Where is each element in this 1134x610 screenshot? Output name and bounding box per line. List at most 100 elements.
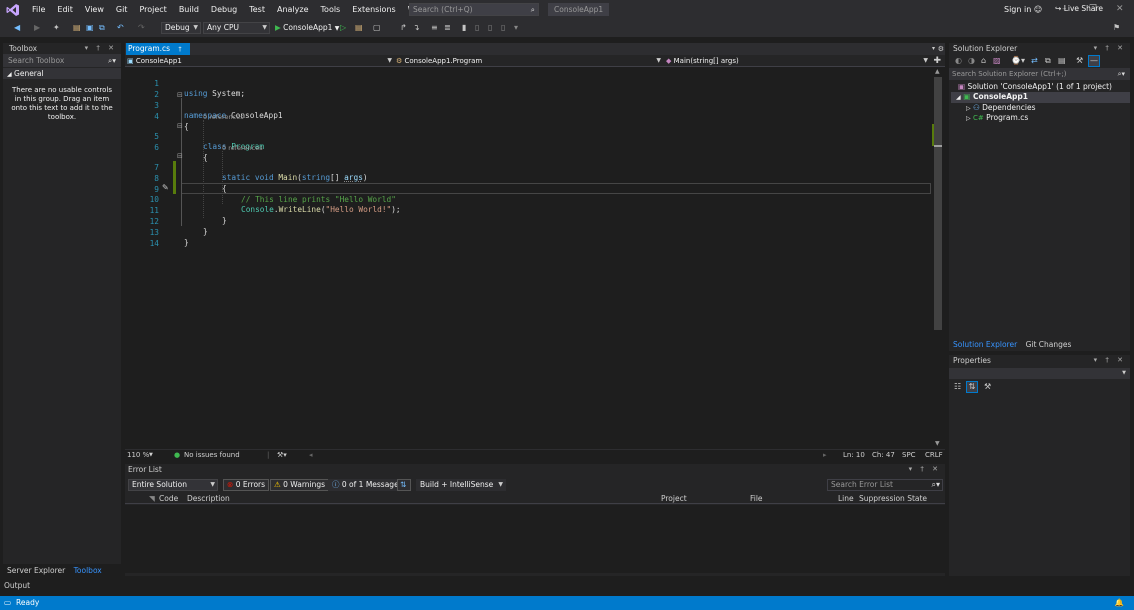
property-pages-icon[interactable]: ⚒ <box>984 379 991 395</box>
pending-changes-icon[interactable]: ⌚▾ <box>1011 54 1025 68</box>
preview-selected-icon[interactable]: — <box>1088 55 1100 67</box>
scope-select[interactable]: Entire Solution ▼ <box>128 479 218 491</box>
open-file-icon[interactable]: ▤ <box>73 22 81 34</box>
back-icon[interactable]: ◀ <box>14 22 20 34</box>
tab-git-changes[interactable]: Git Changes <box>1026 340 1072 349</box>
editor-scrollbar[interactable]: ▲ ▼ <box>931 67 945 449</box>
prev-bookmark-icon[interactable]: ▯ <box>475 22 479 34</box>
menu-build[interactable]: Build <box>173 0 205 19</box>
forward-icon[interactable]: ▶ <box>34 22 40 34</box>
switch-views-icon[interactable]: ▨ <box>993 54 1001 68</box>
properties-wrench-icon[interactable]: ⚒ <box>1076 54 1083 68</box>
errors-filter-button[interactable]: ⊗ 0 Errors <box>223 479 270 491</box>
tab-program-cs[interactable]: Program.cs † ✕ <box>126 43 190 66</box>
scroll-up-icon[interactable]: ▲ <box>935 68 940 75</box>
issues-status[interactable]: No issues found <box>184 450 240 461</box>
panel-pin-close-icon[interactable]: ▾ † ✕ <box>1094 355 1126 366</box>
toolbox-search-input[interactable]: Search Toolbox ⌕▾ <box>3 54 121 67</box>
scroll-left-icon[interactable]: ◂ <box>309 450 313 461</box>
step-into-icon[interactable]: ↴ <box>413 22 420 34</box>
properties-object-select[interactable]: ▼ <box>949 368 1130 379</box>
project-dropdown[interactable]: ▣ ConsoleApp1 ▼ <box>127 55 395 67</box>
menu-tools[interactable]: Tools <box>315 0 347 19</box>
sign-in-link[interactable]: Sign in ☺ <box>1004 0 1042 19</box>
save-all-icon[interactable]: ⧉ <box>99 22 105 34</box>
menu-extensions[interactable]: Extensions <box>346 0 401 19</box>
alphabetical-icon[interactable]: ⇅ <box>966 381 978 393</box>
scroll-down-icon[interactable]: ▼ <box>935 440 940 447</box>
tab-server-explorer[interactable]: Server Explorer <box>7 566 65 575</box>
uncomment-icon[interactable]: ≣ <box>444 22 451 34</box>
line-ending-indicator[interactable]: CRLF <box>925 450 943 461</box>
menu-file[interactable]: File <box>26 0 51 19</box>
codelens-references[interactable]: 0 references <box>222 144 263 152</box>
menu-view[interactable]: View <box>79 0 110 19</box>
whitespace-indicator[interactable]: SPC <box>902 450 916 461</box>
build-intellisense-select[interactable]: Build + IntelliSense ▼ <box>416 479 506 491</box>
menu-test[interactable]: Test <box>243 0 271 19</box>
column-indicator[interactable]: Ch: 47 <box>872 450 895 461</box>
column-line[interactable]: Line <box>838 494 854 504</box>
toolbar-options-icon[interactable]: ▾ <box>514 22 518 34</box>
sync-icon[interactable]: ⇄ <box>1031 54 1038 68</box>
show-all-files-icon[interactable]: ▤ <box>1058 54 1066 68</box>
tree-item-program-cs[interactable]: ▷ C# Program.cs <box>966 113 1028 125</box>
back-icon[interactable]: ◐ <box>955 54 962 68</box>
home-icon[interactable]: ⌂ <box>981 54 986 68</box>
menu-debug[interactable]: Debug <box>205 0 243 19</box>
forward-icon[interactable]: ◑ <box>968 54 975 68</box>
class-dropdown[interactable]: ⚙ ConsoleApp1.Program ▼ <box>396 55 664 67</box>
column-suppression-state[interactable]: Suppression State <box>859 494 927 504</box>
feedback-icon[interactable]: ⚑ <box>1113 22 1120 34</box>
categorized-icon[interactable]: ☷ <box>954 379 961 395</box>
tab-solution-explorer[interactable]: Solution Explorer <box>953 340 1017 349</box>
zoom-level[interactable]: 110 % <box>127 450 149 461</box>
redo-icon[interactable]: ↷ <box>138 22 145 34</box>
notifications-icon[interactable]: 🔔 <box>1115 596 1124 610</box>
member-dropdown[interactable]: ◆ Main(string[] args) ▼ <box>666 55 931 67</box>
platform-select[interactable]: Any CPU ▼ <box>203 22 270 34</box>
menu-edit[interactable]: Edit <box>51 0 79 19</box>
global-search-input[interactable]: Search (Ctrl+Q) ⌕ <box>409 3 539 16</box>
start-debugging-button[interactable]: ▶ ConsoleApp1 ▼ <box>275 22 339 35</box>
start-without-debugging-icon[interactable]: ▷ <box>340 22 346 34</box>
live-share-button[interactable]: ↪ Live Share <box>1055 3 1103 15</box>
chevron-down-icon[interactable]: ▼ <box>149 450 153 461</box>
column-code[interactable]: Code <box>159 494 178 504</box>
codelens-references[interactable]: 0 references <box>203 113 244 121</box>
panel-pin-close-icon[interactable]: ▾ † ✕ <box>85 43 117 54</box>
configuration-select[interactable]: Debug ▼ <box>161 22 201 34</box>
panel-pin-close-icon[interactable]: ▾ † ✕ <box>1094 43 1126 54</box>
pin-icon[interactable]: † <box>178 46 181 53</box>
column-file[interactable]: File <box>750 494 763 504</box>
menu-git[interactable]: Git <box>110 0 134 19</box>
new-project-icon[interactable]: ✦ <box>53 22 60 34</box>
split-window-icon[interactable]: ✚ <box>933 55 941 67</box>
error-list-body[interactable] <box>125 505 945 573</box>
next-bookmark-icon[interactable]: ▯ <box>488 22 492 34</box>
scroll-right-icon[interactable]: ▸ <box>823 450 827 461</box>
panel-pin-close-icon[interactable]: ▾ † ✕ <box>909 464 941 475</box>
tab-output[interactable]: Output <box>4 581 30 591</box>
comment-icon[interactable]: ≡ <box>431 22 438 34</box>
folder-icon[interactable]: ▤ <box>355 22 363 34</box>
warnings-filter-button[interactable]: ⚠ 0 Warnings <box>270 479 330 491</box>
browser-link-icon[interactable]: ▢ <box>373 22 381 34</box>
tree-item-solution[interactable]: ▣ Solution 'ConsoleApp1' (1 of 1 project… <box>958 82 1112 93</box>
settings-icon[interactable]: ⚙ <box>938 43 944 55</box>
column-description[interactable]: Description <box>187 494 230 504</box>
code-cleanup-icon[interactable]: ⚒▾ <box>277 450 287 461</box>
scrollbar-thumb[interactable] <box>934 77 942 330</box>
menu-project[interactable]: Project <box>133 0 172 19</box>
clear-bookmarks-icon[interactable]: ▯ <box>501 22 505 34</box>
messages-filter-button[interactable]: ⓘ 0 of 1 Message <box>328 479 403 491</box>
error-list-search-input[interactable]: Search Error List ⌕▾ <box>827 479 943 491</box>
save-icon[interactable]: ▣ <box>86 22 94 34</box>
toolbox-empty-message[interactable]: There are no usable controls in this gro… <box>3 79 121 129</box>
tab-list-icon[interactable]: ▾ <box>932 43 935 55</box>
line-indicator[interactable]: Ln: 10 <box>843 450 865 461</box>
clear-filter-button[interactable]: ⇅ <box>397 479 411 491</box>
column-project[interactable]: Project <box>661 494 687 504</box>
tab-toolbox[interactable]: Toolbox <box>74 566 102 575</box>
toolbox-group-general[interactable]: ◢ General <box>3 68 121 79</box>
